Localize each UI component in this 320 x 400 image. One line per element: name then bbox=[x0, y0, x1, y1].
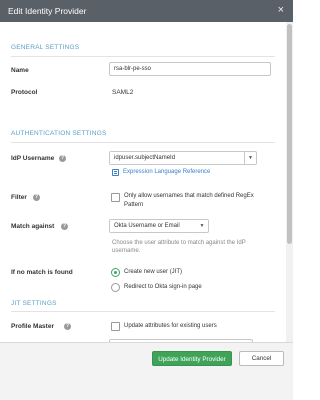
match-against-help-icon[interactable]: ? bbox=[61, 223, 68, 230]
protocol-label: Protocol bbox=[11, 89, 38, 96]
jit-settings-divider bbox=[11, 311, 275, 312]
protocol-value: SAML2 bbox=[112, 89, 134, 96]
filter-checkbox-label-line2: Pattern bbox=[124, 202, 144, 208]
idp-username-value: idpuser.subjectNameId bbox=[114, 155, 176, 161]
profile-master-label: Profile Master bbox=[11, 323, 54, 330]
dialog-title: Edit Identity Provider bbox=[8, 6, 87, 16]
external-reference-icon bbox=[112, 169, 119, 176]
match-hint-line2: username. bbox=[112, 248, 141, 254]
close-icon[interactable]: × bbox=[278, 5, 284, 16]
match-against-label: Match against bbox=[11, 223, 55, 230]
dialog-header: Edit Identity Provider × bbox=[0, 0, 293, 22]
radio-redirect-signin-label: Redirect to Okta sign-in page bbox=[124, 284, 202, 290]
profile-master-help-icon[interactable]: ? bbox=[64, 323, 71, 330]
name-input[interactable]: rsa-blr-pe-sso bbox=[109, 62, 271, 76]
radio-create-new-user[interactable] bbox=[111, 268, 120, 277]
match-against-select[interactable]: Okta Username or Email ▼ bbox=[109, 219, 209, 233]
expression-language-link[interactable]: Expression Language Reference bbox=[123, 169, 210, 175]
name-label: Name bbox=[11, 67, 29, 74]
profile-master-checkbox-label: Update attributes for existing users bbox=[124, 323, 217, 329]
profile-master-checkbox[interactable] bbox=[111, 322, 120, 331]
chevron-down-icon: ▼ bbox=[244, 152, 256, 164]
idp-username-label: IdP Username bbox=[11, 155, 55, 162]
cancel-button[interactable]: Cancel bbox=[239, 351, 284, 366]
match-hint-line1: Choose the user attribute to match again… bbox=[112, 240, 246, 246]
general-settings-divider bbox=[11, 56, 275, 57]
filter-help-icon[interactable]: ? bbox=[33, 194, 40, 201]
general-settings-title: GENERAL SETTINGS bbox=[11, 44, 80, 51]
match-against-value: Okta Username or Email bbox=[114, 223, 180, 229]
idp-username-help-icon[interactable]: ? bbox=[59, 155, 66, 162]
authentication-settings-title: AUTHENTICATION SETTINGS bbox=[11, 130, 107, 137]
filter-checkbox-label-line1: Only allow usernames that match defined … bbox=[124, 193, 254, 199]
filter-label: Filter bbox=[11, 194, 27, 201]
scrollbar-thumb[interactable] bbox=[287, 24, 292, 244]
update-identity-provider-button[interactable]: Update Identity Provider bbox=[152, 351, 232, 366]
filter-checkbox[interactable] bbox=[111, 193, 120, 202]
idp-username-select[interactable]: idpuser.subjectNameId ▼ bbox=[109, 151, 257, 165]
chevron-down-icon: ▼ bbox=[199, 223, 205, 229]
radio-create-new-user-label: Create new user (JIT) bbox=[124, 269, 183, 275]
radio-redirect-signin[interactable] bbox=[111, 283, 120, 292]
jit-settings-title: JIT SETTINGS bbox=[11, 300, 57, 307]
authentication-settings-divider bbox=[11, 142, 275, 143]
no-match-label: If no match is found bbox=[11, 269, 73, 276]
